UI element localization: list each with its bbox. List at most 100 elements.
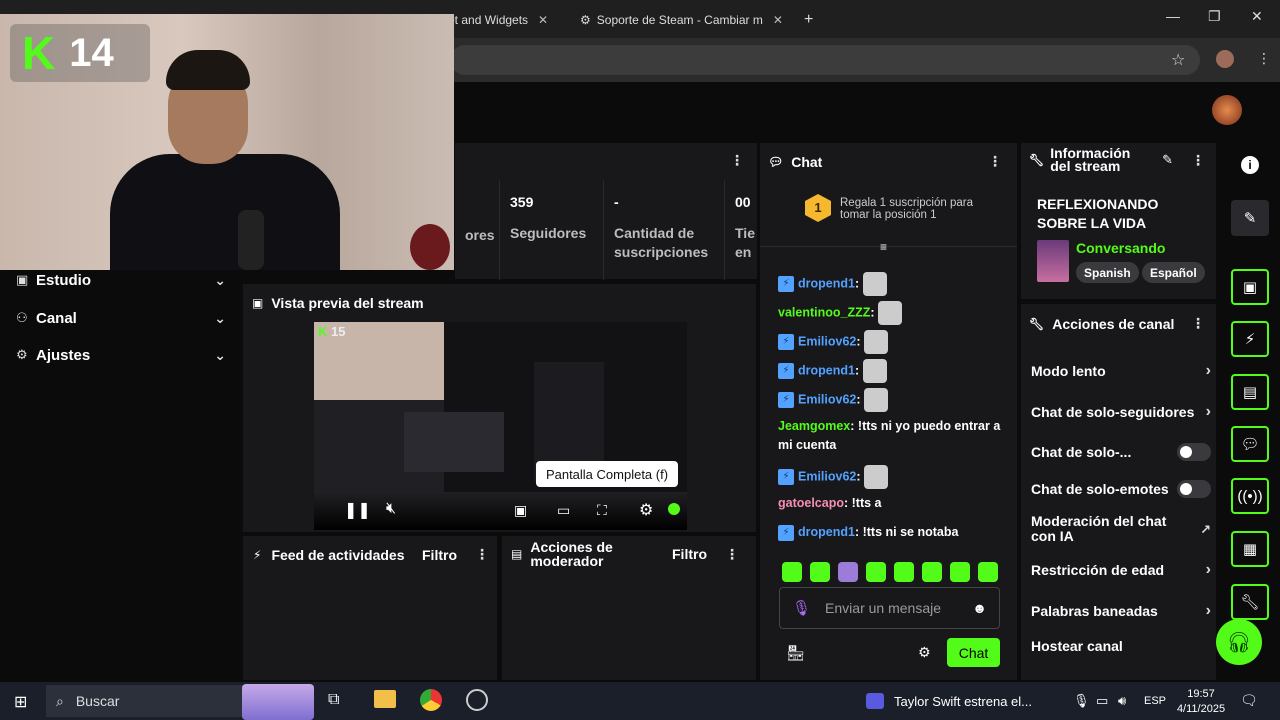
chat-message[interactable]: ⚡︎ dropend1:: [778, 272, 1008, 296]
minimize-button[interactable]: —: [1166, 8, 1180, 24]
mic-tray-icon[interactable]: 🎙︎: [1073, 693, 1090, 709]
subs-only-toggle[interactable]: [1177, 443, 1211, 461]
mute-icon[interactable]: 🔇︎: [386, 500, 396, 518]
bookmark-star-icon[interactable]: ☆: [1171, 50, 1185, 70]
new-tab-button[interactable]: +: [796, 6, 821, 34]
emote-button[interactable]: [810, 562, 830, 582]
fullscreen-icon[interactable]: ⛶: [597, 502, 607, 519]
close-tab-icon[interactable]: ✕: [538, 13, 548, 27]
theater-icon[interactable]: ▭: [557, 502, 570, 519]
action-ai-moderation[interactable]: Moderación del chat con IA ↗: [1031, 514, 1211, 544]
sidebar-item-estudio[interactable]: ▣ Estudio ⌄: [16, 266, 226, 294]
clock[interactable]: 19:57 4/11/2025: [1176, 687, 1226, 717]
emote-button[interactable]: [922, 562, 942, 582]
chat-message[interactable]: ⚡︎ Emiliov62:: [778, 388, 1008, 412]
action-followers-only[interactable]: Chat de solo-seguidores ›: [1031, 403, 1211, 421]
camera-icon[interactable]: ▦: [1231, 531, 1269, 567]
maximize-button[interactable]: ❐: [1208, 8, 1221, 25]
emote-button[interactable]: [894, 562, 914, 582]
category-name[interactable]: Conversando: [1076, 240, 1165, 256]
chat-username[interactable]: valentinoo_ZZZ: [778, 305, 870, 319]
action-subs-only[interactable]: Chat de solo-...: [1031, 443, 1211, 461]
chat-settings-icon[interactable]: ⚙: [918, 644, 931, 661]
modactions-menu-icon[interactable]: ⋮: [725, 546, 739, 563]
chrome-icon[interactable]: [420, 689, 442, 711]
feed-menu-icon[interactable]: ⋮: [475, 546, 489, 563]
log-icon[interactable]: ▤: [1231, 374, 1269, 410]
chat-bubble-icon[interactable]: 💬︎: [1231, 426, 1269, 462]
info-icon[interactable]: i: [1241, 156, 1259, 174]
chat-message[interactable]: ⚡︎ Emiliov62:: [778, 465, 1008, 489]
action-slow-mode[interactable]: Modo lento ›: [1031, 362, 1211, 380]
category-thumbnail[interactable]: [1037, 240, 1069, 282]
pip-icon[interactable]: ▣: [514, 502, 527, 519]
tag-chip[interactable]: Spanish: [1076, 262, 1139, 283]
close-window-button[interactable]: ✕: [1251, 8, 1263, 25]
chat-message[interactable]: ⚡︎ dropend1: !tts ni se notaba: [778, 523, 1008, 542]
stats-menu-icon[interactable]: ⋮: [730, 152, 744, 169]
chat-username[interactable]: Emiliov62: [798, 392, 856, 406]
actions-menu-icon[interactable]: ⋮: [1191, 315, 1205, 332]
chat-input[interactable]: 🎙︎ Enviar un mensaje ☻: [779, 587, 1000, 629]
chat-username[interactable]: Emiliov62: [798, 469, 856, 483]
task-view-icon[interactable]: ⧉: [328, 691, 339, 709]
action-age-restriction[interactable]: Restricción de edad ›: [1031, 561, 1211, 579]
obs-icon[interactable]: [466, 689, 488, 711]
chat-username[interactable]: gatoelcapo: [778, 496, 844, 510]
omnibox[interactable]: [450, 45, 1200, 75]
close-tab-icon[interactable]: ✕: [773, 13, 783, 27]
feed-filter-button[interactable]: Filtro: [422, 547, 457, 563]
news-ticker[interactable]: Taylor Swift estrena el...: [894, 694, 1032, 709]
tag-chip[interactable]: Español: [1142, 262, 1205, 283]
broadcast-icon[interactable]: ((•)): [1231, 478, 1269, 514]
browser-tab-active[interactable]: ⚙ Soporte de Steam - Cambiar m ✕: [572, 6, 791, 34]
emotes-only-toggle[interactable]: [1177, 480, 1211, 498]
info-menu-icon[interactable]: ⋮: [1191, 152, 1205, 169]
modactions-filter-button[interactable]: Filtro: [672, 546, 707, 562]
user-avatar[interactable]: [1212, 95, 1242, 125]
edit-pencil-icon[interactable]: ✎: [1162, 152, 1173, 168]
emote-button[interactable]: [978, 562, 998, 582]
action-host-channel[interactable]: Hostear canal: [1031, 638, 1211, 654]
lightning-icon[interactable]: ⚡︎: [1231, 321, 1269, 357]
store-icon[interactable]: 🏪︎: [786, 644, 805, 662]
action-banned-words[interactable]: Palabras baneadas ›: [1031, 602, 1211, 620]
gift-prompt[interactable]: Regala 1 suscripción para tomar la posic…: [840, 197, 990, 221]
browser-tab[interactable]: ot and Widgets ✕: [440, 6, 556, 34]
sidebar-item-canal[interactable]: ⚇ Canal ⌄: [16, 304, 226, 332]
chat-username[interactable]: dropend1: [798, 363, 855, 377]
chat-username[interactable]: Emiliov62: [798, 334, 856, 348]
chat-username[interactable]: dropend1: [798, 276, 855, 290]
file-explorer-icon[interactable]: [374, 690, 396, 708]
emote-button[interactable]: [950, 562, 970, 582]
action-emotes-only[interactable]: Chat de solo-emotes: [1031, 480, 1211, 498]
network-icon[interactable]: ▭: [1096, 693, 1108, 709]
chat-message[interactable]: valentinoo_ZZZ:: [778, 301, 1008, 325]
chat-message[interactable]: gatoelcapo: !tts a: [778, 494, 1008, 513]
chat-username[interactable]: Jeamgomex: [778, 419, 850, 433]
emoji-icon[interactable]: ☻: [972, 600, 987, 616]
settings-gear-icon[interactable]: ⚙: [639, 500, 653, 520]
send-chat-button[interactable]: Chat: [947, 638, 1000, 667]
chat-menu-icon[interactable]: ⋮: [988, 153, 1002, 170]
chat-message[interactable]: ⚡︎ dropend1:: [778, 359, 1008, 383]
pinned-icon[interactable]: ≡: [880, 240, 887, 254]
edit-icon[interactable]: ✎: [1231, 200, 1269, 236]
pause-icon[interactable]: ❚❚: [344, 500, 371, 520]
support-headset-icon[interactable]: 🎧︎: [1216, 619, 1262, 665]
microphone-icon[interactable]: 🎙︎: [792, 599, 811, 617]
profile-avatar[interactable]: [1216, 50, 1234, 68]
preview-toggle-icon[interactable]: ▣: [1231, 269, 1269, 305]
chat-message[interactable]: Jeamgomex: !tts ni yo puedo entrar a mi …: [778, 417, 1008, 455]
sidebar-item-ajustes[interactable]: ⚙ Ajustes ⌄: [16, 341, 226, 369]
video-player[interactable]: K 15 ❚❚ 🔇︎ ▣ ▭ ⛶ ⚙: [314, 322, 687, 530]
wrench-icon[interactable]: 🔧︎: [1231, 584, 1269, 620]
volume-icon[interactable]: 🔊︎: [1118, 693, 1126, 709]
emote-button[interactable]: [838, 562, 858, 582]
windows-start-icon[interactable]: ⊞: [14, 692, 27, 712]
emote-button[interactable]: [782, 562, 802, 582]
chat-message[interactable]: ⚡︎ Emiliov62:: [778, 330, 1008, 354]
emote-button[interactable]: [866, 562, 886, 582]
browser-menu-icon[interactable]: ⋮: [1257, 50, 1271, 67]
language-indicator[interactable]: ESP: [1144, 695, 1166, 707]
